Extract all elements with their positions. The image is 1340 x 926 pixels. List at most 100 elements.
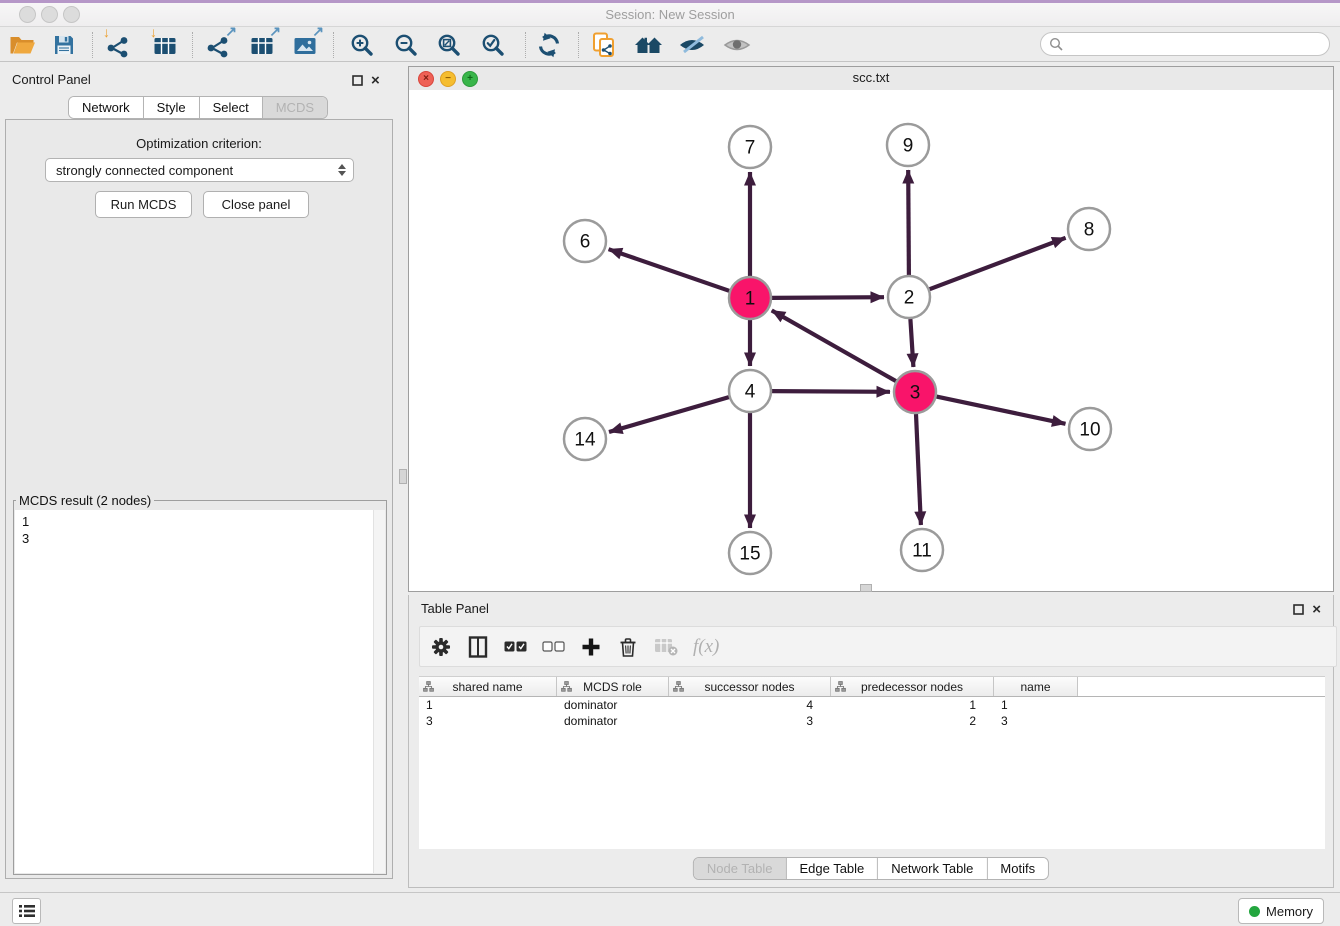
cell-successor-nodes[interactable]: 3 (669, 713, 831, 729)
save-session-button[interactable] (47, 27, 81, 62)
graph-edge-3-10[interactable] (937, 397, 1066, 424)
cell-shared-name[interactable]: 3 (419, 713, 557, 729)
network-canvas-svg[interactable]: 7 9 6 8 1 2 4 3 14 10 15 11 (409, 90, 1333, 591)
import-table-arrow-icon: ↓ (150, 25, 157, 39)
import-network-button[interactable]: ↓ (101, 27, 135, 62)
show-columns-button[interactable] (467, 636, 489, 658)
cell-MCDS-role[interactable]: dominator (557, 697, 669, 713)
search-input[interactable] (1069, 36, 1321, 53)
table-tab-node-table[interactable]: Node Table (694, 858, 787, 879)
app-zoom-button[interactable] (63, 6, 80, 23)
table-tab-motifs[interactable]: Motifs (987, 858, 1048, 879)
network-window-close-button[interactable]: × (418, 71, 434, 87)
table-row-1[interactable]: 3dominator323 (419, 713, 1325, 729)
panel-splitter-handle-horizontal[interactable] (860, 584, 872, 592)
table-panel-float-button[interactable] (1293, 604, 1304, 615)
app-close-button[interactable] (19, 6, 36, 23)
graph-edge-1-2[interactable] (772, 297, 884, 298)
tab-style[interactable]: Style (144, 97, 200, 118)
cell-name[interactable]: 3 (994, 713, 1078, 729)
run-mcds-button[interactable]: Run MCDS (95, 191, 192, 218)
column-header-MCDS-role[interactable]: MCDS role (557, 677, 669, 696)
refresh-layout-button[interactable] (532, 27, 566, 62)
delete-table-button (654, 637, 678, 657)
zoom-in-button[interactable] (345, 27, 379, 62)
svg-text:1: 1 (745, 289, 756, 310)
table-row-0[interactable]: 1dominator411 (419, 697, 1325, 713)
graph-edge-2-9[interactable] (908, 170, 909, 275)
table-panel-close-button[interactable]: × (1312, 602, 1321, 617)
open-session-button[interactable] (5, 27, 39, 62)
clone-network-button[interactable] (587, 27, 621, 62)
optimization-criterion-select[interactable]: strongly connected component (45, 158, 354, 182)
table-options-button[interactable] (430, 637, 452, 657)
cell-shared-name[interactable]: 1 (419, 697, 557, 713)
table-tab-edge-table[interactable]: Edge Table (786, 858, 878, 879)
control-panel-float-button[interactable] (352, 75, 363, 86)
select-all-columns-button[interactable] (504, 641, 527, 652)
tab-network[interactable]: Network (69, 97, 144, 118)
graph-node-15[interactable]: 15 (729, 532, 771, 574)
graph-node-8[interactable]: 8 (1068, 208, 1110, 250)
hide-detail-button[interactable] (675, 27, 709, 62)
mcds-result-text[interactable]: 1 3 (15, 510, 385, 873)
column-header-successor-nodes[interactable]: successor nodes (669, 677, 831, 696)
search-field[interactable] (1040, 32, 1330, 56)
cell-name[interactable]: 1 (994, 697, 1078, 713)
tab-select[interactable]: Select (200, 97, 263, 118)
add-column-button[interactable] (580, 637, 602, 657)
graph-edge-3-1[interactable] (772, 310, 896, 381)
unselect-all-columns-button[interactable] (542, 641, 565, 652)
graph-edge-4-3[interactable] (772, 391, 890, 392)
svg-text:2: 2 (904, 288, 915, 309)
show-detail-button[interactable] (720, 27, 754, 62)
graph-node-6[interactable]: 6 (564, 220, 606, 262)
panel-splitter-handle-vertical[interactable] (399, 469, 407, 484)
graph-node-11[interactable]: 11 (901, 529, 943, 571)
task-history-button[interactable] (12, 898, 41, 924)
graph-node-2[interactable]: 2 (888, 276, 930, 318)
graph-node-9[interactable]: 9 (887, 124, 929, 166)
network-window-minimize-button[interactable]: − (440, 71, 456, 87)
column-header-shared-name[interactable]: shared name (419, 677, 557, 696)
graph-edge-3-11[interactable] (916, 414, 921, 525)
control-panel-close-button[interactable]: × (371, 73, 380, 88)
mcds-result-scrollbar[interactable] (373, 510, 385, 873)
memory-button[interactable]: Memory (1238, 898, 1324, 924)
cell-successor-nodes[interactable]: 4 (669, 697, 831, 713)
graph-node-4[interactable]: 4 (729, 370, 771, 412)
graph-node-7[interactable]: 7 (729, 126, 771, 168)
column-header-label: predecessor nodes (861, 680, 963, 694)
close-panel-button[interactable]: Close panel (203, 191, 309, 218)
graph-node-3[interactable]: 3 (894, 371, 936, 413)
export-table-button[interactable]: ↗ (245, 27, 279, 62)
app-minimize-button[interactable] (41, 6, 58, 23)
cell-MCDS-role[interactable]: dominator (557, 713, 669, 729)
import-table-button[interactable]: ↓ (148, 27, 182, 62)
column-header-predecessor-nodes[interactable]: predecessor nodes (831, 677, 994, 696)
export-image-button[interactable]: ↗ (288, 27, 322, 62)
zoom-out-button[interactable] (389, 27, 423, 62)
cell-predecessor-nodes[interactable]: 1 (831, 697, 994, 713)
graph-edge-1-6[interactable] (609, 249, 730, 291)
show-detail-icon (723, 36, 751, 54)
table-tab-network-table[interactable]: Network Table (878, 858, 987, 879)
zoom-selected-button[interactable] (476, 27, 510, 62)
graph-edge-2-8[interactable] (930, 238, 1066, 289)
graph-node-10[interactable]: 10 (1069, 408, 1111, 450)
graph-edge-4-14[interactable] (609, 397, 729, 432)
export-network-button[interactable]: ↗ (201, 27, 235, 62)
graph-edge-2-3[interactable] (910, 319, 913, 367)
graph-node-1[interactable]: 1 (729, 277, 771, 319)
network-window-titlebar[interactable]: ×−+ scc.txt (409, 67, 1333, 91)
toolbar-separator (192, 32, 193, 58)
tab-mcds[interactable]: MCDS (263, 97, 327, 118)
zoom-fit-button[interactable] (432, 27, 466, 62)
column-header-name[interactable]: name (994, 677, 1078, 696)
network-window-zoom-button[interactable]: + (462, 71, 478, 87)
app-titlebar: Session: New Session (0, 3, 1340, 27)
delete-columns-button[interactable] (617, 636, 639, 658)
graph-node-14[interactable]: 14 (564, 418, 606, 460)
cell-predecessor-nodes[interactable]: 2 (831, 713, 994, 729)
show-home-button[interactable] (631, 27, 665, 62)
